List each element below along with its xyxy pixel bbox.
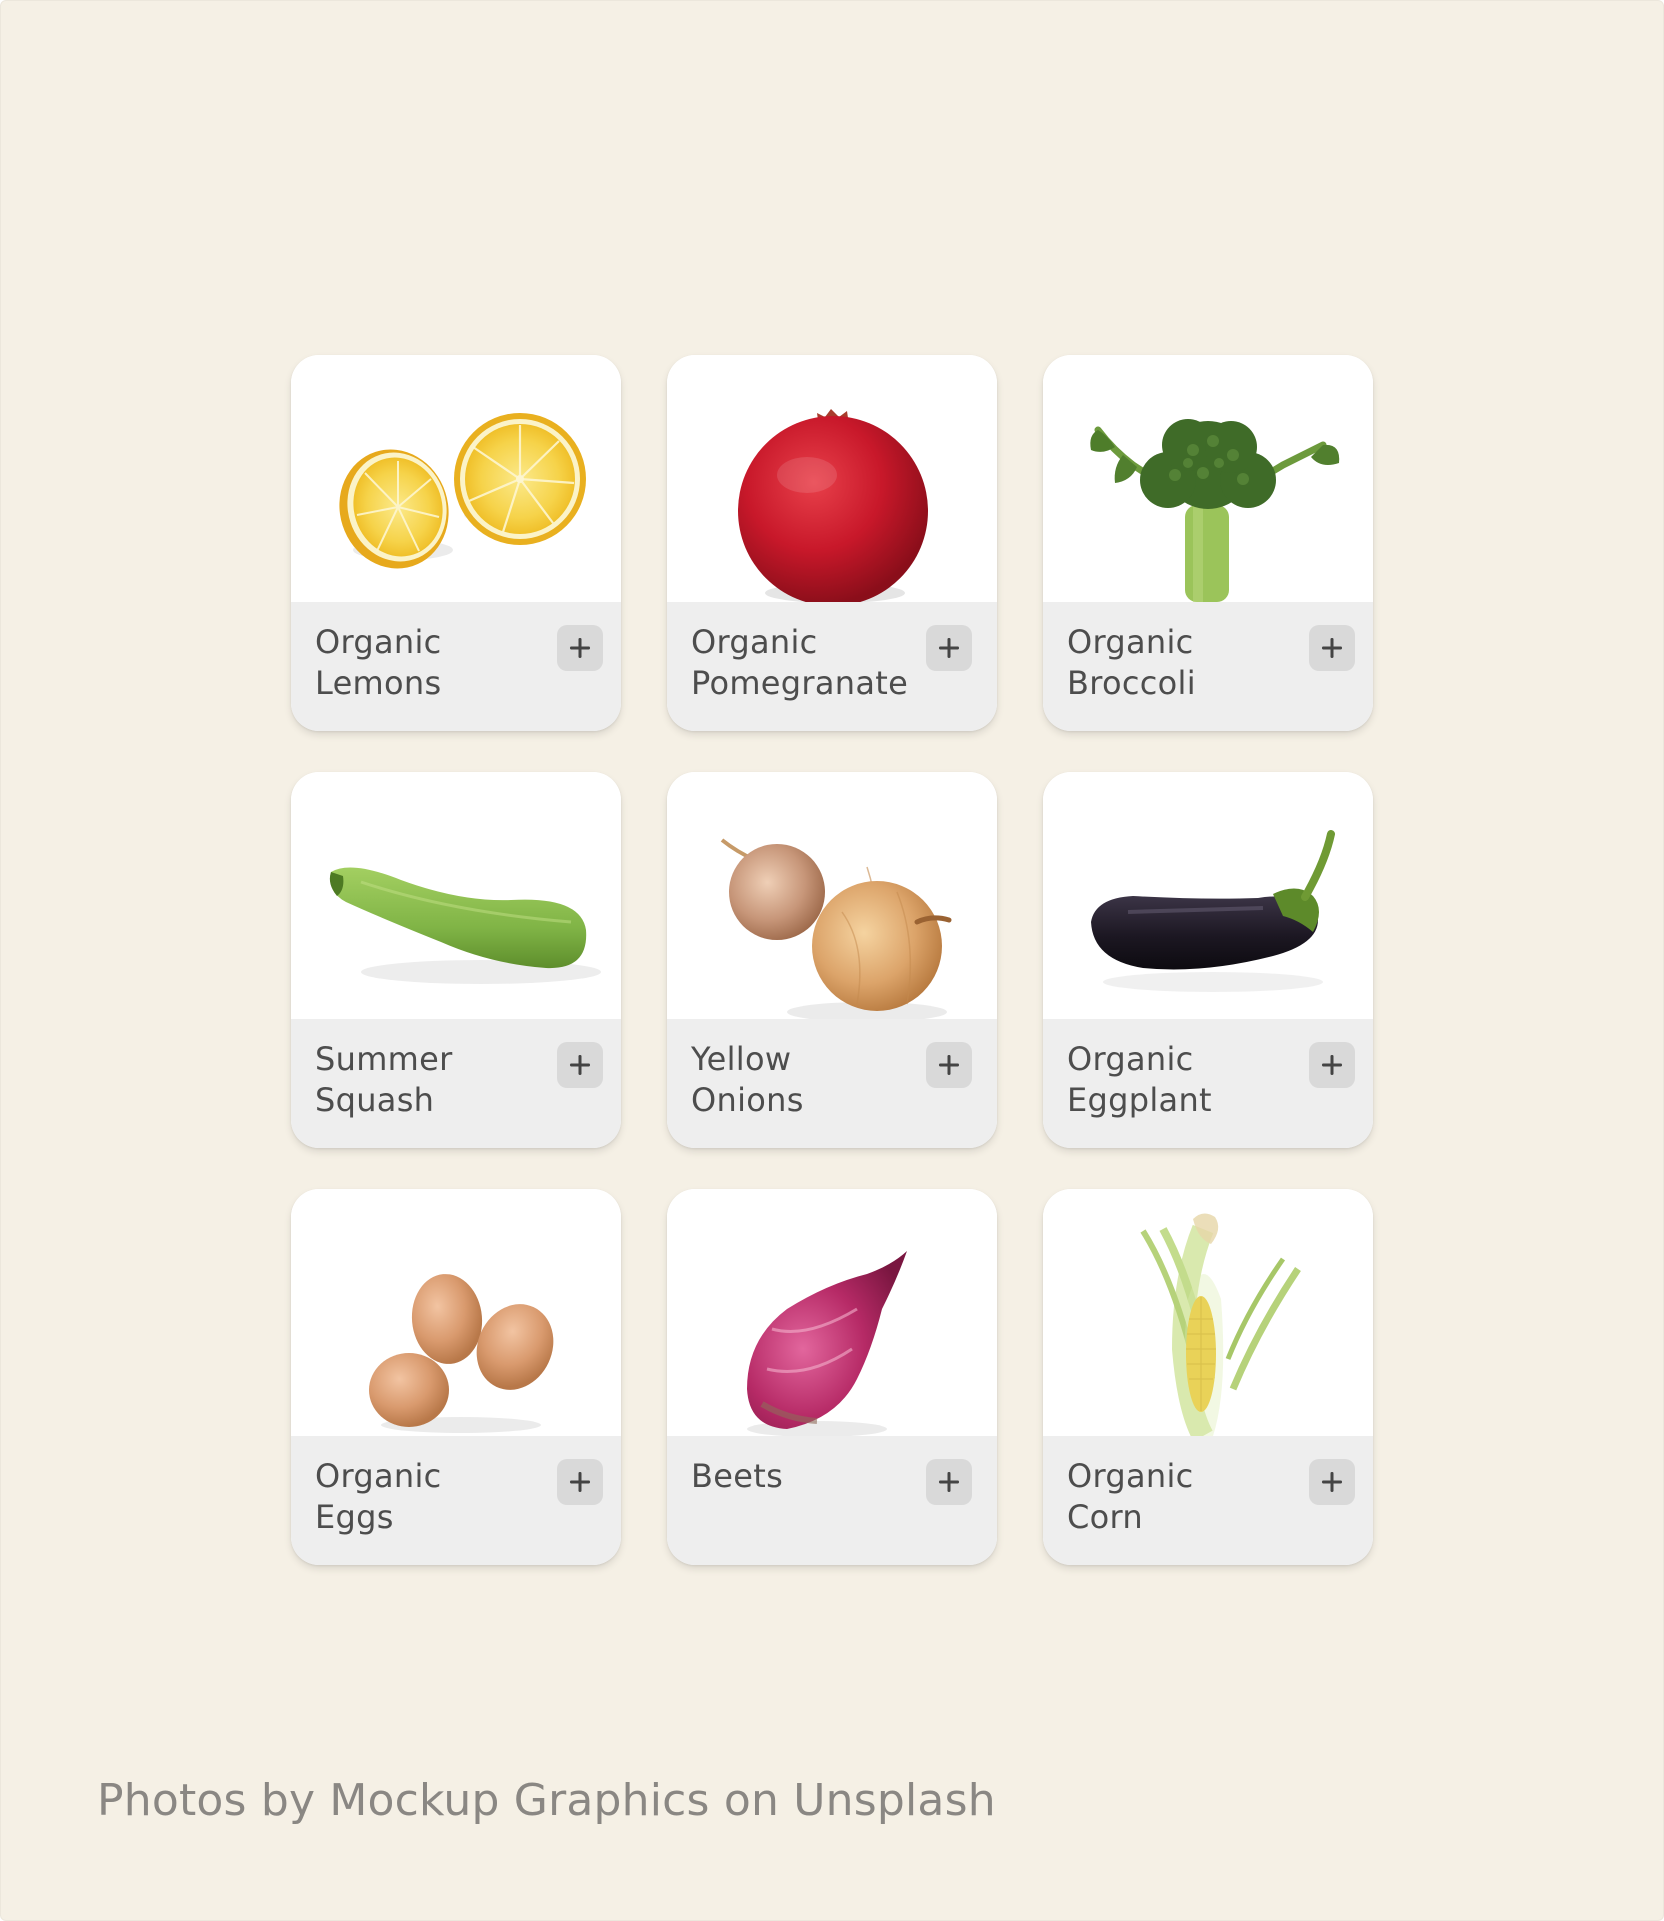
eggplant-image bbox=[1043, 772, 1373, 1019]
page-background: Organic Lemons Organic Pomegranate Organ… bbox=[0, 0, 1664, 1921]
add-to-cart-button[interactable] bbox=[926, 625, 972, 671]
add-to-cart-button[interactable] bbox=[1309, 625, 1355, 671]
product-name: Organic Corn bbox=[1067, 1456, 1287, 1538]
broccoli-image bbox=[1043, 355, 1373, 602]
plus-icon bbox=[570, 638, 590, 658]
product-card[interactable]: Organic Lemons bbox=[291, 355, 621, 731]
card-footer: Yellow Onions bbox=[667, 1019, 997, 1148]
add-to-cart-button[interactable] bbox=[1309, 1042, 1355, 1088]
product-name-line-1: Organic bbox=[1067, 623, 1194, 661]
product-name-line-1: Organic bbox=[691, 623, 818, 661]
product-name: Organic Broccoli bbox=[1067, 622, 1287, 704]
onions-image bbox=[667, 772, 997, 1019]
product-name-line-1: Organic bbox=[315, 1457, 442, 1495]
product-name-line-2: Corn bbox=[1067, 1498, 1143, 1536]
pomegranate-image bbox=[667, 355, 997, 602]
product-name-line-2: Eggs bbox=[315, 1498, 394, 1536]
plus-icon bbox=[570, 1472, 590, 1492]
product-name-line-1: Organic bbox=[315, 623, 442, 661]
product-name-line-2: Pomegranate bbox=[691, 664, 909, 702]
product-name-line-2: Squash bbox=[315, 1081, 435, 1119]
card-footer: Organic Broccoli bbox=[1043, 602, 1373, 731]
product-name-line-2: Broccoli bbox=[1067, 664, 1196, 702]
card-footer: Summer Squash bbox=[291, 1019, 621, 1148]
card-footer: Organic Corn bbox=[1043, 1436, 1373, 1565]
add-to-cart-button[interactable] bbox=[557, 1042, 603, 1088]
plus-icon bbox=[939, 638, 959, 658]
card-footer: Organic Eggs bbox=[291, 1436, 621, 1565]
product-name-line-1: Organic bbox=[1067, 1457, 1194, 1495]
product-name: Yellow Onions bbox=[691, 1039, 911, 1121]
corn-image bbox=[1043, 1189, 1373, 1436]
card-footer: Organic Eggplant bbox=[1043, 1019, 1373, 1148]
product-name-line-1: Beets bbox=[691, 1457, 784, 1495]
product-name: Organic Lemons bbox=[315, 622, 535, 704]
add-to-cart-button[interactable] bbox=[557, 1459, 603, 1505]
plus-icon bbox=[939, 1472, 959, 1492]
plus-icon bbox=[1322, 638, 1342, 658]
add-to-cart-button[interactable] bbox=[557, 625, 603, 671]
eggs-image bbox=[291, 1189, 621, 1436]
photo-credit: Photos by Mockup Graphics on Unsplash bbox=[97, 1775, 996, 1826]
product-name-line-1: Yellow bbox=[691, 1040, 792, 1078]
product-grid: Organic Lemons Organic Pomegranate Organ… bbox=[291, 355, 1373, 1565]
product-card[interactable]: Organic Pomegranate bbox=[667, 355, 997, 731]
plus-icon bbox=[939, 1055, 959, 1075]
product-name-line-1: Organic bbox=[1067, 1040, 1194, 1078]
product-card[interactable]: Organic Broccoli bbox=[1043, 355, 1373, 731]
product-name: Organic Eggs bbox=[315, 1456, 535, 1538]
product-card[interactable]: Organic Eggplant bbox=[1043, 772, 1373, 1148]
product-card[interactable]: Beets bbox=[667, 1189, 997, 1565]
card-footer: Beets bbox=[667, 1436, 997, 1565]
product-card[interactable]: Summer Squash bbox=[291, 772, 621, 1148]
product-name-line-1: Summer bbox=[315, 1040, 453, 1078]
product-card[interactable]: Yellow Onions bbox=[667, 772, 997, 1148]
product-name-line-2: Eggplant bbox=[1067, 1081, 1212, 1119]
zucchini-image bbox=[291, 772, 621, 1019]
card-footer: Organic Pomegranate bbox=[667, 602, 997, 731]
beet-image bbox=[667, 1189, 997, 1436]
product-name: Organic Pomegranate bbox=[691, 622, 911, 704]
product-card[interactable]: Organic Corn bbox=[1043, 1189, 1373, 1565]
product-name-line-2: Lemons bbox=[315, 664, 442, 702]
product-name: Organic Eggplant bbox=[1067, 1039, 1287, 1121]
add-to-cart-button[interactable] bbox=[926, 1459, 972, 1505]
plus-icon bbox=[570, 1055, 590, 1075]
product-name: Summer Squash bbox=[315, 1039, 535, 1121]
add-to-cart-button[interactable] bbox=[926, 1042, 972, 1088]
plus-icon bbox=[1322, 1472, 1342, 1492]
product-card[interactable]: Organic Eggs bbox=[291, 1189, 621, 1565]
add-to-cart-button[interactable] bbox=[1309, 1459, 1355, 1505]
card-footer: Organic Lemons bbox=[291, 602, 621, 731]
plus-icon bbox=[1322, 1055, 1342, 1075]
product-name-line-2: Onions bbox=[691, 1081, 804, 1119]
product-name: Beets bbox=[691, 1456, 911, 1497]
lemon-image bbox=[291, 355, 621, 602]
